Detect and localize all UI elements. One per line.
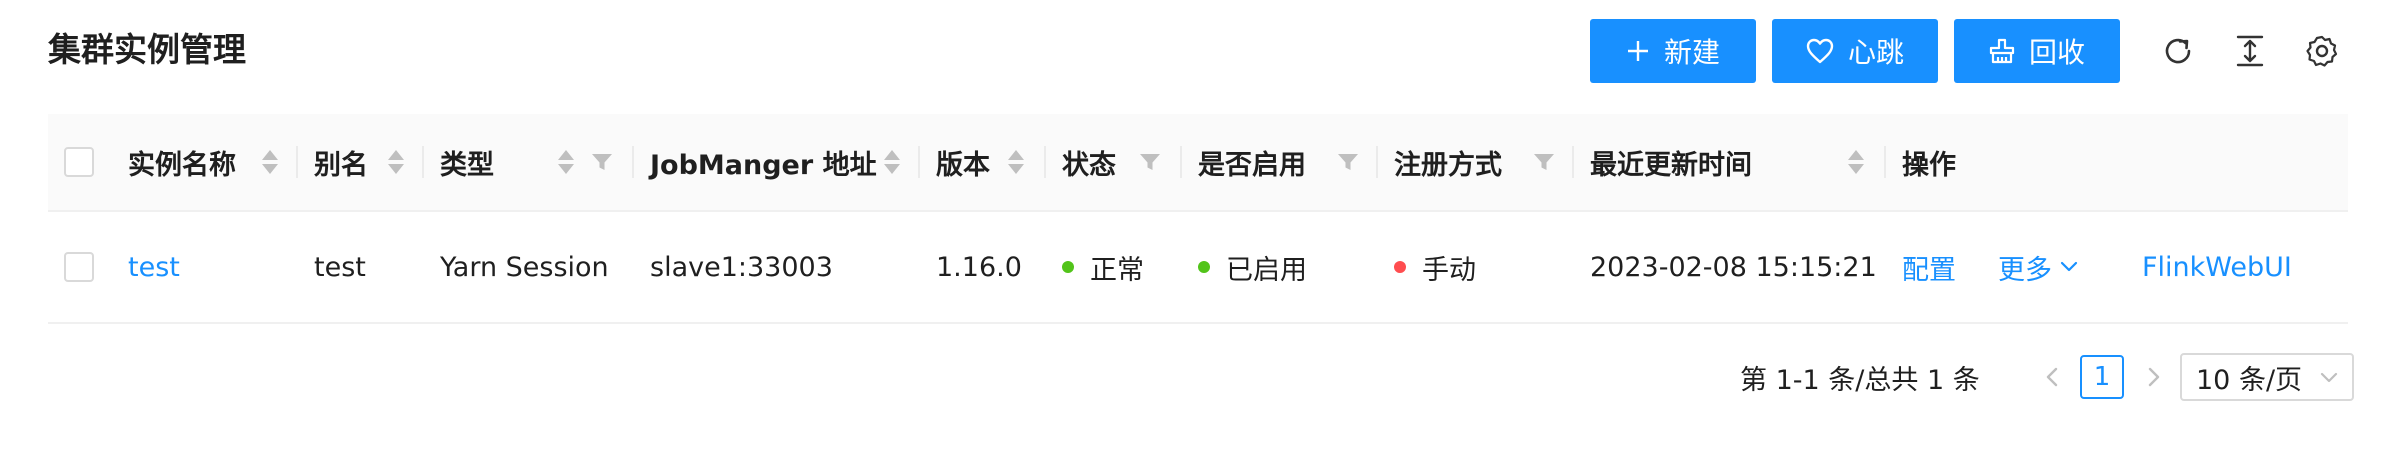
page-size-value: 10 条/页 [2196, 364, 2303, 396]
column-height-icon[interactable] [2228, 29, 2272, 73]
new-button-label: 新建 [1663, 36, 1720, 69]
status-dot [1062, 261, 1074, 273]
recycle-button-label: 回收 [2028, 36, 2085, 69]
new-button[interactable]: 新建 [1590, 19, 1756, 83]
status-badge: 正常 [1062, 212, 1144, 322]
page-size-select[interactable]: 10 条/页 [2180, 353, 2354, 401]
enabled-text: 已启用 [1226, 254, 1307, 286]
filter-icon[interactable] [1140, 114, 1160, 210]
heartbeat-button[interactable]: 心跳 [1772, 19, 1938, 83]
page-number[interactable]: 1 [2080, 355, 2124, 399]
table-header: 实例名称 别名 类型 JobManger 地址 版本 状态 是否启用 注册方式 … [48, 114, 2348, 212]
heart-icon [1806, 38, 1834, 64]
sort-icon[interactable] [558, 114, 574, 210]
select-all-checkbox[interactable] [64, 147, 94, 177]
sort-icon[interactable] [1848, 114, 1864, 210]
cluster-instance-page: 集群实例管理 新建 心跳 回收 实例名称 别名 类型 JobManger 地址 … [0, 0, 2396, 456]
pagination: 第 1-1 条/总共 1 条 [1740, 352, 1980, 402]
header-updated-time: 最近更新时间 [1590, 149, 1752, 181]
header-version: 版本 [936, 149, 990, 181]
heartbeat-button-label: 心跳 [1847, 36, 1904, 69]
next-page-icon[interactable] [2146, 352, 2162, 402]
status-text: 正常 [1090, 254, 1144, 286]
plus-icon [1627, 41, 1648, 61]
header-enabled: 是否启用 [1198, 149, 1306, 181]
register-dot [1394, 261, 1406, 273]
address-cell: slave1:33003 [650, 251, 833, 283]
alias-cell: test [314, 251, 366, 283]
filter-icon[interactable] [592, 114, 612, 210]
chevron-down-icon [2320, 372, 2338, 383]
header-instance-name: 实例名称 [128, 149, 236, 181]
table-row: test test Yarn Session slave1:33003 1.16… [48, 212, 2348, 324]
flink-webui-link[interactable]: FlinkWebUI [2142, 212, 2292, 322]
toolbar: 新建 心跳 回收 [1574, 18, 2344, 84]
filter-icon[interactable] [1338, 114, 1358, 210]
enabled-badge: 已启用 [1198, 212, 1307, 322]
instance-table: 实例名称 别名 类型 JobManger 地址 版本 状态 是否启用 注册方式 … [48, 114, 2348, 324]
filter-icon[interactable] [1534, 114, 1554, 210]
header-status: 状态 [1062, 149, 1116, 181]
version-cell: 1.16.0 [936, 251, 1022, 283]
header-jobmanager-address: JobManger 地址 [650, 149, 877, 181]
reload-icon[interactable] [2156, 29, 2200, 73]
recycle-button[interactable]: 回收 [1954, 19, 2120, 83]
updated-time-cell: 2023-02-08 15:15:21 [1590, 251, 1877, 283]
pagination-total: 第 1-1 条/总共 1 条 [1740, 364, 1980, 396]
chevron-down-icon [2060, 261, 2078, 272]
config-link[interactable]: 配置 [1902, 212, 1956, 322]
clear-icon [1989, 38, 2015, 64]
register-badge: 手动 [1394, 212, 1476, 322]
header-alias: 别名 [314, 149, 368, 181]
sort-icon[interactable] [1008, 114, 1024, 210]
instance-name-link[interactable]: test [128, 212, 180, 322]
setting-icon[interactable] [2300, 29, 2344, 73]
header-register-mode: 注册方式 [1394, 149, 1502, 181]
row-checkbox[interactable] [64, 252, 94, 282]
header-actions: 操作 [1902, 149, 1956, 181]
type-cell: Yarn Session [440, 251, 609, 283]
prev-page-icon[interactable] [2044, 352, 2060, 402]
more-label: 更多 [1998, 254, 2052, 286]
sort-icon[interactable] [388, 114, 404, 210]
sort-icon[interactable] [262, 114, 278, 210]
sort-icon[interactable] [884, 114, 900, 210]
header-type: 类型 [440, 149, 494, 181]
register-text: 手动 [1422, 254, 1476, 286]
enabled-dot [1198, 261, 1210, 273]
page-title: 集群实例管理 [48, 30, 246, 69]
more-dropdown[interactable]: 更多 [1998, 212, 2078, 322]
